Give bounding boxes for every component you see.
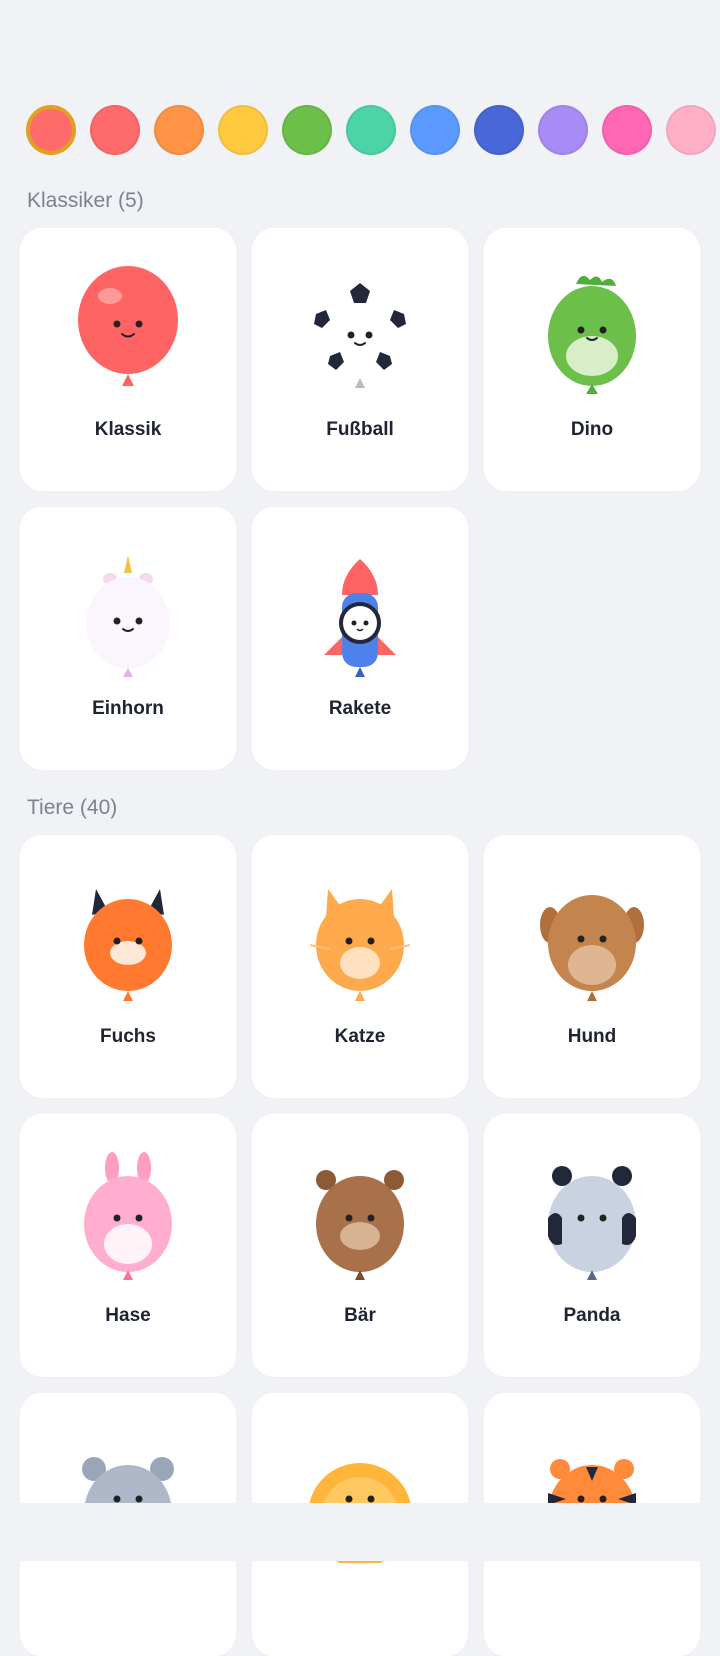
soccer-balloon-icon bbox=[314, 283, 406, 388]
cat-balloon-icon bbox=[309, 889, 411, 1001]
balloon-label: Panda bbox=[563, 1305, 621, 1326]
balloon-card-fox[interactable]: Fuchs bbox=[20, 835, 236, 1098]
classics-grid: Klassik Fußball Dino Einhorn Rakete bbox=[20, 228, 700, 770]
balloon-card-dog[interactable]: Hund bbox=[484, 835, 700, 1098]
section-title-classics: Klassiker (5) bbox=[27, 189, 144, 212]
balloon-card-soccer[interactable]: Fußball bbox=[252, 228, 468, 491]
color-swatch-blue[interactable] bbox=[410, 105, 460, 155]
balloon-card-dino[interactable]: Dino bbox=[484, 228, 700, 491]
color-swatch-coral[interactable] bbox=[90, 105, 140, 155]
balloon-label: Katze bbox=[334, 1026, 386, 1047]
balloon-label: Dino bbox=[570, 419, 614, 440]
classic-balloon-icon bbox=[78, 266, 178, 386]
color-swatch-indigo[interactable] bbox=[474, 105, 524, 155]
color-swatch-pink[interactable] bbox=[602, 105, 652, 155]
bottom-fade bbox=[0, 1503, 720, 1561]
balloon-card-panda[interactable]: Panda bbox=[484, 1114, 700, 1377]
rocket-balloon-icon bbox=[324, 559, 396, 677]
balloon-card-bunny[interactable]: Hase bbox=[20, 1114, 236, 1377]
balloon-label: Fußball bbox=[326, 419, 394, 440]
balloon-card-classic[interactable]: Klassik bbox=[20, 228, 236, 491]
bear-balloon-icon bbox=[316, 1170, 404, 1280]
color-swatch-teal[interactable] bbox=[346, 105, 396, 155]
fox-balloon-icon bbox=[84, 889, 172, 1001]
balloon-card-cat[interactable]: Katze bbox=[252, 835, 468, 1098]
bunny-balloon-icon bbox=[84, 1152, 172, 1280]
dog-balloon-icon bbox=[540, 895, 644, 1001]
balloon-label: Rakete bbox=[328, 698, 392, 719]
balloon-label: Klassik bbox=[94, 419, 162, 440]
color-swatch-orange[interactable] bbox=[154, 105, 204, 155]
color-swatch-red-selected[interactable] bbox=[26, 105, 76, 155]
color-swatch-light-pink[interactable] bbox=[666, 105, 716, 155]
balloon-label: Fuchs bbox=[100, 1026, 156, 1047]
balloon-label: Bär bbox=[344, 1305, 376, 1326]
section-title-animals: Tiere (40) bbox=[27, 796, 118, 819]
balloon-card-bear[interactable]: Bär bbox=[252, 1114, 468, 1377]
dino-balloon-icon bbox=[548, 275, 636, 394]
balloon-card-unicorn[interactable]: Einhorn bbox=[20, 507, 236, 770]
balloon-card-rocket[interactable]: Rakete bbox=[252, 507, 468, 770]
color-swatch-purple[interactable] bbox=[538, 105, 588, 155]
color-swatch-yellow[interactable] bbox=[218, 105, 268, 155]
color-palette bbox=[0, 105, 720, 157]
balloon-label: Einhorn bbox=[92, 698, 164, 719]
panda-balloon-icon bbox=[548, 1166, 636, 1280]
unicorn-balloon-icon bbox=[86, 555, 170, 677]
balloon-label: Hund bbox=[567, 1026, 617, 1047]
color-swatch-green[interactable] bbox=[282, 105, 332, 155]
balloon-label: Hase bbox=[105, 1305, 151, 1326]
